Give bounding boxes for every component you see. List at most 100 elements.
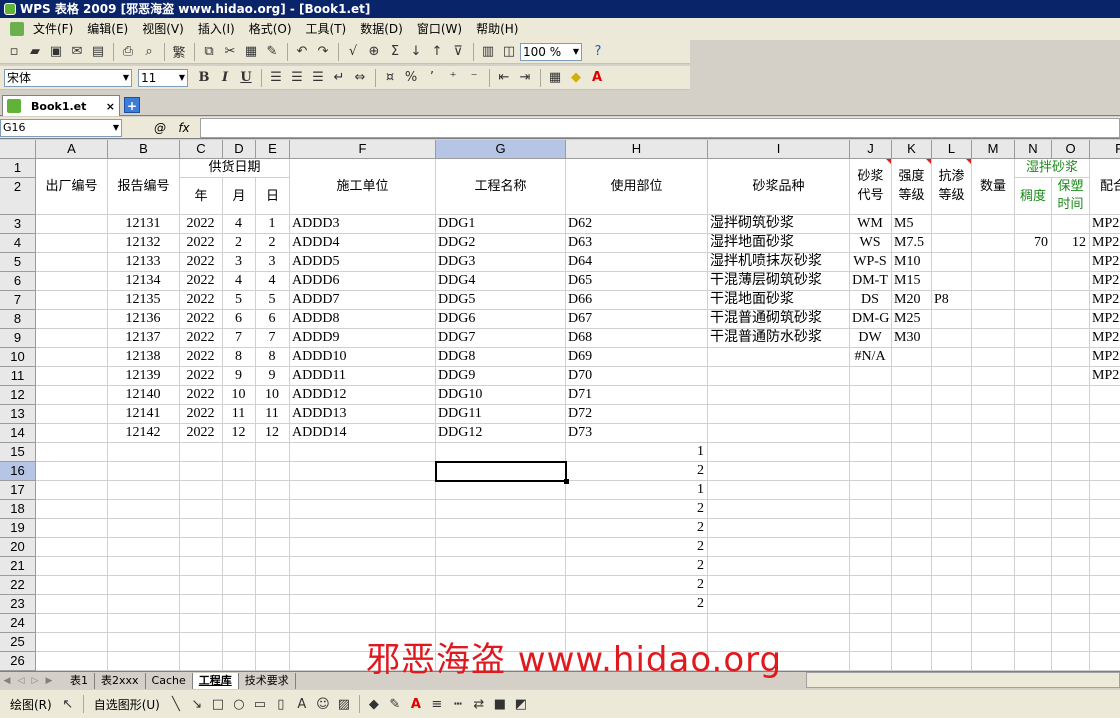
- menu-window[interactable]: 窗口(W): [410, 19, 469, 39]
- column-header-g[interactable]: G: [436, 140, 566, 159]
- data-cell[interactable]: [180, 652, 223, 671]
- data-cell[interactable]: [1052, 557, 1090, 576]
- data-cell[interactable]: [1015, 462, 1052, 481]
- data-cell[interactable]: [708, 424, 850, 443]
- data-cell[interactable]: [1052, 652, 1090, 671]
- data-cell[interactable]: [892, 424, 932, 443]
- save-icon[interactable]: ▣: [46, 42, 66, 62]
- data-cell[interactable]: WP-S: [850, 253, 892, 272]
- data-cell[interactable]: WM: [850, 215, 892, 234]
- data-cell[interactable]: [36, 253, 108, 272]
- data-cell[interactable]: [36, 557, 108, 576]
- column-header-e[interactable]: E: [256, 140, 290, 159]
- column-header-f[interactable]: F: [290, 140, 436, 159]
- data-cell[interactable]: [108, 538, 180, 557]
- data-cell[interactable]: DM-T: [850, 272, 892, 291]
- data-cell[interactable]: [256, 500, 290, 519]
- data-cell[interactable]: [1015, 253, 1052, 272]
- data-cell[interactable]: 11: [223, 405, 256, 424]
- data-cell[interactable]: [1015, 424, 1052, 443]
- data-cell[interactable]: MP22: [1090, 367, 1120, 386]
- row-header-20[interactable]: 20: [0, 538, 36, 557]
- data-cell[interactable]: 2: [566, 500, 708, 519]
- copy-icon[interactable]: ⧉: [199, 42, 219, 62]
- data-cell[interactable]: [1052, 538, 1090, 557]
- data-cell[interactable]: [972, 519, 1015, 538]
- data-cell[interactable]: [708, 462, 850, 481]
- rectangle-icon[interactable]: □: [208, 694, 228, 714]
- data-cell[interactable]: [180, 614, 223, 633]
- data-cell[interactable]: [290, 443, 436, 462]
- email-icon[interactable]: ✉: [67, 42, 87, 62]
- data-cell[interactable]: [1015, 538, 1052, 557]
- header-supply-date[interactable]: 供货日期: [180, 159, 290, 178]
- data-cell[interactable]: [1015, 519, 1052, 538]
- header-cell-a[interactable]: 出厂编号: [36, 159, 108, 215]
- data-cell[interactable]: [36, 310, 108, 329]
- row-header-25[interactable]: 25: [0, 633, 36, 652]
- column-header-k[interactable]: K: [892, 140, 932, 159]
- data-cell[interactable]: 2: [256, 234, 290, 253]
- column-header-p[interactable]: P: [1090, 140, 1120, 159]
- align-left-icon[interactable]: ☰: [266, 68, 286, 88]
- increase-decimal-icon[interactable]: ⁺: [443, 68, 463, 88]
- column-header-n[interactable]: N: [1015, 140, 1052, 159]
- header-year[interactable]: 年: [180, 178, 223, 215]
- undo-icon[interactable]: ↶: [292, 42, 312, 62]
- data-cell[interactable]: [436, 500, 566, 519]
- data-cell[interactable]: [223, 462, 256, 481]
- increase-indent-icon[interactable]: ⇥: [515, 68, 535, 88]
- data-cell[interactable]: [708, 595, 850, 614]
- data-cell[interactable]: 4: [256, 272, 290, 291]
- dash-style-icon[interactable]: ┅: [448, 694, 468, 714]
- data-cell[interactable]: [36, 424, 108, 443]
- data-cell[interactable]: 12140: [108, 386, 180, 405]
- traditional-chinese-icon[interactable]: 繁: [169, 42, 189, 62]
- data-cell[interactable]: 12135: [108, 291, 180, 310]
- row-header-19[interactable]: 19: [0, 519, 36, 538]
- data-cell[interactable]: [932, 538, 972, 557]
- data-cell[interactable]: [36, 234, 108, 253]
- data-cell[interactable]: [36, 405, 108, 424]
- menu-insert[interactable]: 插入(I): [191, 19, 242, 39]
- data-cell[interactable]: D63: [566, 234, 708, 253]
- data-cell[interactable]: 干混薄层砌筑砂浆: [708, 272, 850, 291]
- data-cell[interactable]: [932, 272, 972, 291]
- data-cell[interactable]: [1052, 519, 1090, 538]
- data-cell[interactable]: [1015, 614, 1052, 633]
- menu-file[interactable]: 文件(F): [26, 19, 80, 39]
- row-header-24[interactable]: 24: [0, 614, 36, 633]
- header-consistency[interactable]: 稠度: [1015, 178, 1052, 215]
- data-cell[interactable]: [1052, 215, 1090, 234]
- data-cell[interactable]: [1090, 443, 1120, 462]
- row-header-13[interactable]: 13: [0, 405, 36, 424]
- data-cell[interactable]: [180, 481, 223, 500]
- data-cell[interactable]: 4: [223, 215, 256, 234]
- data-cell[interactable]: 2022: [180, 405, 223, 424]
- comma-style-button[interactable]: ’: [422, 68, 442, 88]
- data-cell[interactable]: [108, 500, 180, 519]
- data-cell[interactable]: [850, 405, 892, 424]
- select-all-corner[interactable]: [0, 140, 36, 159]
- data-cell[interactable]: [290, 481, 436, 500]
- data-cell[interactable]: [1052, 481, 1090, 500]
- menu-help[interactable]: 帮助(H): [469, 19, 525, 39]
- header-month[interactable]: 月: [223, 178, 256, 215]
- header-day[interactable]: 日: [256, 178, 290, 215]
- data-cell[interactable]: [850, 500, 892, 519]
- data-cell[interactable]: [892, 576, 932, 595]
- data-cell[interactable]: [972, 253, 1015, 272]
- data-cell[interactable]: [850, 443, 892, 462]
- data-cell[interactable]: [708, 576, 850, 595]
- data-cell[interactable]: MP22: [1090, 310, 1120, 329]
- line-style-icon[interactable]: ≡: [427, 694, 447, 714]
- data-cell[interactable]: [108, 443, 180, 462]
- data-cell[interactable]: 70: [1015, 234, 1052, 253]
- data-cell[interactable]: [708, 557, 850, 576]
- data-cell[interactable]: MP22: [1090, 253, 1120, 272]
- header-cell-i[interactable]: 砂浆品种: [708, 159, 850, 215]
- draw-menu-button[interactable]: 绘图(R): [4, 696, 58, 713]
- vertical-textbox-icon[interactable]: ▯: [271, 694, 291, 714]
- data-cell[interactable]: [223, 576, 256, 595]
- insert-function-icon[interactable]: √: [343, 42, 363, 62]
